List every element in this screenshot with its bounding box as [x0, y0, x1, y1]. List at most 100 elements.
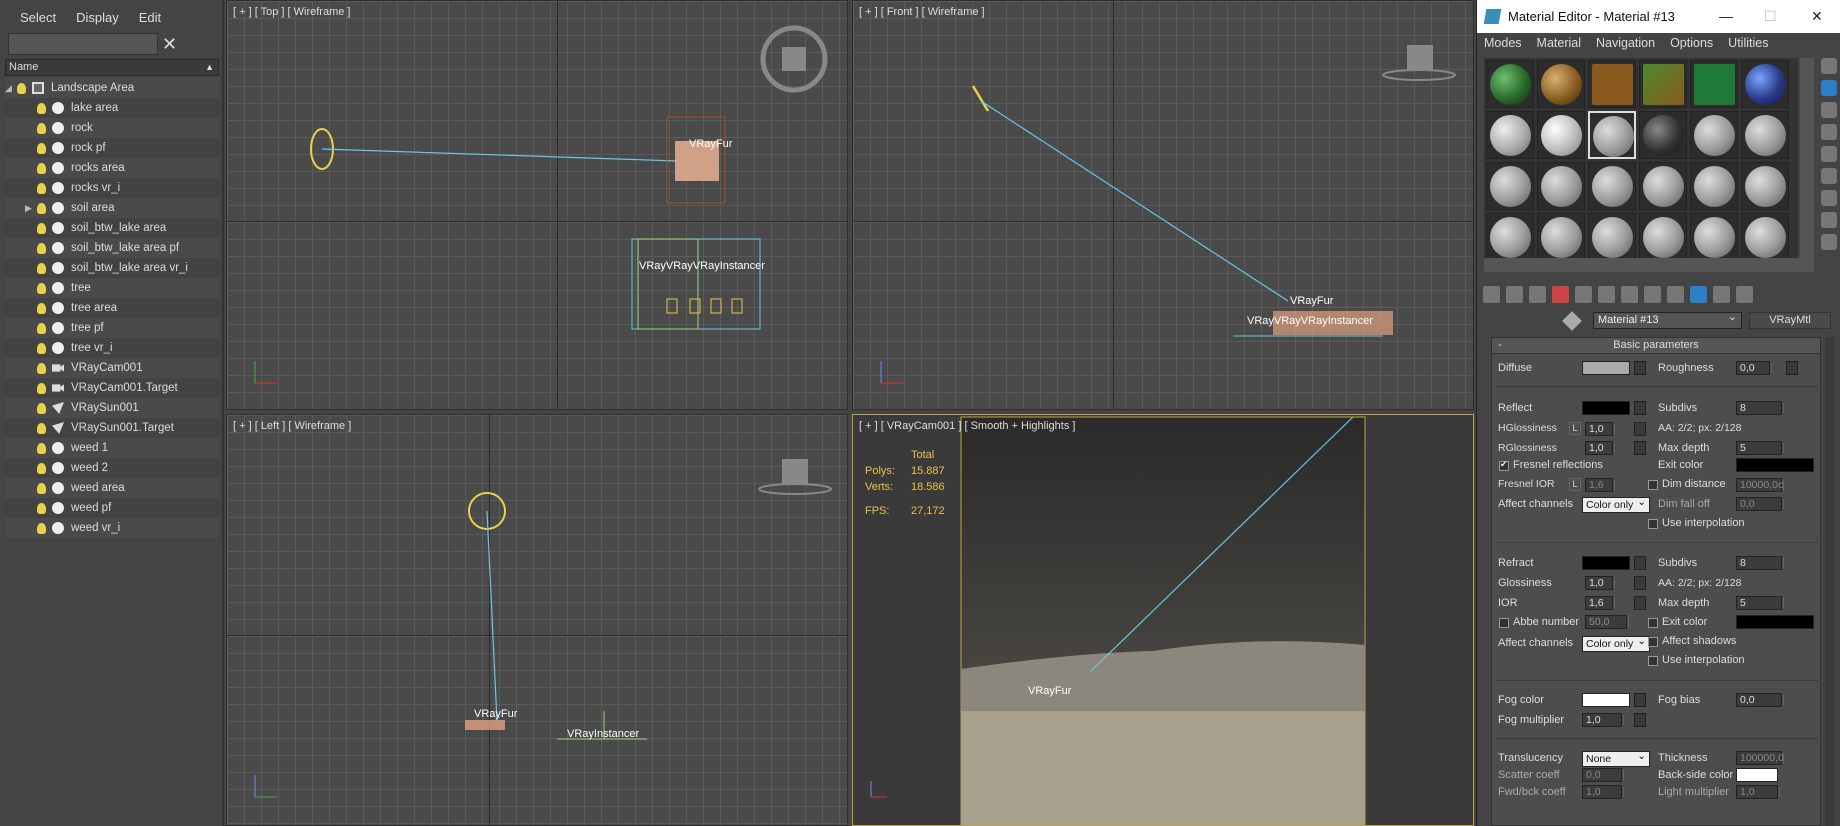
tree-item[interactable]: rocks vr_i: [5, 178, 219, 198]
visibility-bulb-icon[interactable]: [37, 142, 46, 154]
make-copy-icon[interactable]: [1575, 285, 1592, 303]
material-slot[interactable]: [1486, 111, 1534, 159]
refl-exit-color-swatch[interactable]: [1736, 458, 1814, 472]
tree-item-landscape-area[interactable]: ◢ Landscape Area: [5, 78, 219, 98]
viewport-label[interactable]: [ + ] [ Front ] [ Wireframe ]: [859, 6, 985, 18]
material-slot[interactable]: [1741, 60, 1789, 108]
video-color-check-icon[interactable]: [1821, 146, 1837, 162]
material-slot[interactable]: [1486, 213, 1534, 261]
material-slot[interactable]: [1486, 60, 1534, 108]
visibility-bulb-icon[interactable]: [37, 462, 46, 474]
select-by-material-icon[interactable]: [1821, 212, 1837, 228]
viewport-camera[interactable]: [ + ] [ VRayCam001 ] [ Smooth + Highligh…: [852, 414, 1474, 826]
light-multiplier-spinner[interactable]: 1,0: [1736, 785, 1780, 799]
refr-maxdepth-spinner[interactable]: 5: [1736, 596, 1784, 610]
roughness-spinner[interactable]: 0,0: [1736, 361, 1772, 375]
backlight-icon[interactable]: [1821, 80, 1837, 96]
visibility-bulb-icon[interactable]: [37, 102, 46, 114]
show-shaded-icon[interactable]: [1667, 285, 1684, 303]
go-to-parent-icon[interactable]: [1713, 285, 1730, 303]
minimize-icon[interactable]: —: [1719, 8, 1733, 24]
slots-vertical-scrollbar[interactable]: [1800, 58, 1814, 258]
ior-map-button[interactable]: [1634, 596, 1646, 610]
dim-distance-checkbox[interactable]: [1648, 480, 1658, 490]
tree-item[interactable]: rock: [5, 118, 219, 138]
menu-display[interactable]: Display: [66, 10, 129, 25]
affect-channels-select[interactable]: Color only: [1582, 495, 1650, 513]
viewcube-ring[interactable]: [1382, 69, 1456, 81]
diffuse-map-button[interactable]: [1634, 361, 1646, 375]
material-map-navigator-icon[interactable]: [1821, 234, 1837, 250]
tree-item[interactable]: tree vr_i: [5, 338, 219, 358]
tree-item[interactable]: soil_btw_lake area: [5, 218, 219, 238]
fog-multiplier-spinner[interactable]: 1,0: [1582, 713, 1624, 727]
material-slot[interactable]: [1741, 213, 1789, 261]
roughness-map-button[interactable]: [1786, 361, 1798, 375]
make-unique-icon[interactable]: [1598, 285, 1615, 303]
show-end-result-icon[interactable]: [1690, 285, 1707, 303]
visibility-bulb-icon[interactable]: [37, 242, 46, 254]
material-slot[interactable]: [1639, 213, 1687, 261]
visibility-bulb-icon[interactable]: [37, 502, 46, 514]
tree-item[interactable]: tree pf: [5, 318, 219, 338]
sample-uv-icon[interactable]: [1821, 124, 1837, 140]
visibility-bulb-icon[interactable]: [37, 522, 46, 534]
material-slot[interactable]: [1537, 213, 1585, 261]
material-slot[interactable]: [1690, 111, 1738, 159]
expand-arrow-icon[interactable]: ◢: [5, 83, 17, 94]
options-icon[interactable]: [1821, 190, 1837, 206]
menu-modes[interactable]: Modes: [1484, 36, 1522, 50]
put-material-icon[interactable]: [1506, 285, 1523, 303]
material-slot[interactable]: [1537, 111, 1585, 159]
rollout-header[interactable]: - Basic parameters: [1492, 338, 1820, 354]
material-slot[interactable]: [1588, 213, 1636, 261]
hgloss-lock-button[interactable]: L: [1569, 422, 1581, 435]
fresnel-ior-lock-button[interactable]: L: [1569, 478, 1581, 491]
clear-search-icon[interactable]: ✕: [162, 33, 180, 55]
tree-item[interactable]: rock pf: [5, 138, 219, 158]
menu-material[interactable]: Material: [1537, 36, 1581, 50]
reset-map-icon[interactable]: [1552, 285, 1569, 303]
parameters-scrollbar[interactable]: [1825, 337, 1835, 826]
menu-options[interactable]: Options: [1670, 36, 1713, 50]
fog-color-swatch[interactable]: [1582, 693, 1630, 707]
material-slot[interactable]: [1639, 162, 1687, 210]
sample-type-icon[interactable]: [1821, 58, 1837, 74]
material-name-field[interactable]: Material #13: [1593, 310, 1742, 329]
column-header-name[interactable]: Name ▲: [5, 59, 219, 76]
material-slot[interactable]: [1690, 162, 1738, 210]
tree-item[interactable]: ▶ soil area: [5, 198, 219, 218]
refl-use-interpolation-checkbox[interactable]: [1648, 519, 1658, 529]
visibility-bulb-icon[interactable]: [37, 442, 46, 454]
refr-subdivs-spinner[interactable]: 8: [1736, 556, 1784, 570]
visibility-bulb-icon[interactable]: [37, 202, 46, 214]
rglossiness-map-button[interactable]: [1634, 441, 1646, 455]
fresnel-reflections-checkbox[interactable]: [1499, 459, 1509, 471]
material-slot[interactable]: [1690, 60, 1738, 108]
tree-item[interactable]: weed 1: [5, 438, 219, 458]
tree-item[interactable]: soil_btw_lake area pf: [5, 238, 219, 258]
viewcube-ring[interactable]: [758, 483, 832, 495]
material-slot[interactable]: [1537, 60, 1585, 108]
viewcube-icon[interactable]: [1407, 45, 1433, 71]
tree-item[interactable]: weed pf: [5, 498, 219, 518]
get-material-icon[interactable]: [1483, 285, 1500, 303]
visibility-bulb-icon[interactable]: [37, 482, 46, 494]
fog-color-map-button[interactable]: [1634, 693, 1646, 707]
go-forward-sibling-icon[interactable]: [1736, 285, 1753, 303]
menu-utilities[interactable]: Utilities: [1728, 36, 1768, 50]
viewport-top[interactable]: [ + ] [ Top ] [ Wireframe ] VRayFur VRay…: [226, 0, 848, 410]
thickness-spinner[interactable]: 100000,0: [1736, 751, 1784, 765]
dim-distance-spinner[interactable]: 10000,0c: [1736, 478, 1784, 492]
visibility-bulb-icon[interactable]: [17, 82, 26, 94]
maximize-icon[interactable]: ☐: [1764, 8, 1777, 25]
instancer-bbox[interactable]: [631, 238, 761, 330]
tree-item[interactable]: rocks area: [5, 158, 219, 178]
viewport-label[interactable]: [ + ] [ Top ] [ Wireframe ]: [233, 6, 350, 18]
material-id-channel-icon[interactable]: [1644, 285, 1661, 303]
viewport-front[interactable]: [ + ] [ Front ] [ Wireframe ] VRayFur VR…: [852, 0, 1474, 410]
visibility-bulb-icon[interactable]: [37, 422, 46, 434]
visibility-bulb-icon[interactable]: [37, 342, 46, 354]
visibility-bulb-icon[interactable]: [37, 162, 46, 174]
tree-item[interactable]: VRayCam001: [5, 358, 219, 378]
